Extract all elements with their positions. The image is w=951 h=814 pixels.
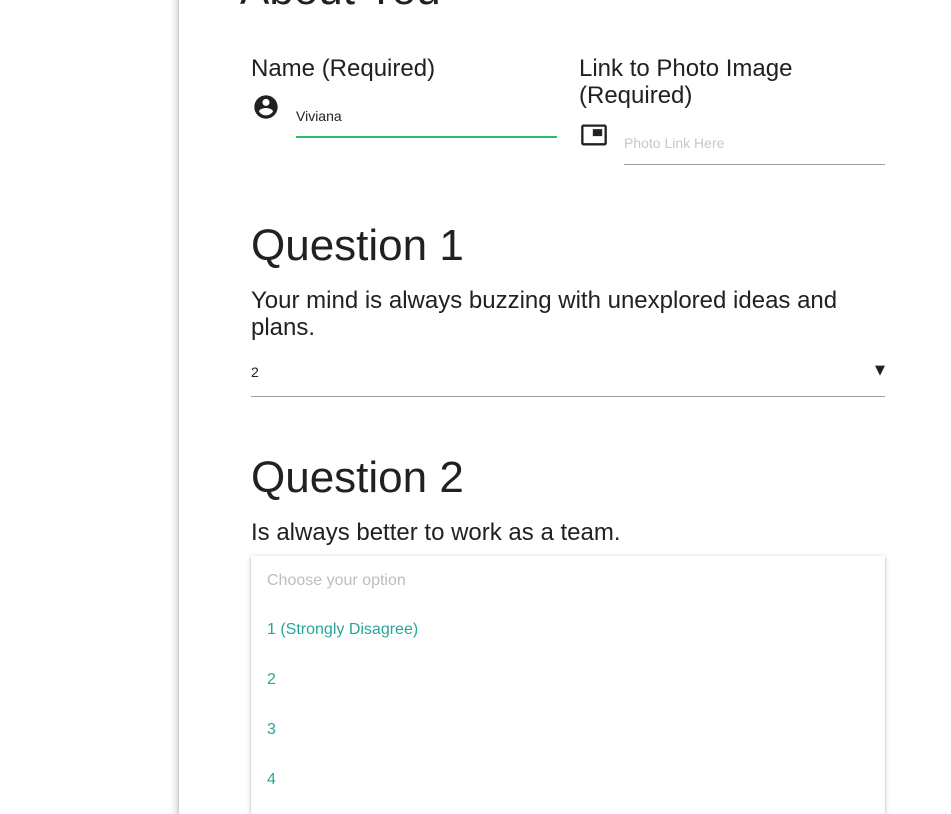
question-1-text: Your mind is always buzzing with unexplo… (251, 287, 838, 341)
question-2-dropdown: Choose your option 1 (Strongly Disagree)… (251, 556, 885, 814)
question-2-title: Question 2 (251, 453, 464, 502)
question-1-select[interactable]: 2 ▼ (251, 358, 885, 397)
name-label: Name (Required) (251, 55, 436, 82)
left-gutter (0, 0, 179, 814)
photo-link-input[interactable] (624, 122, 885, 165)
account-circle-icon (254, 95, 278, 119)
dropdown-placeholder: Choose your option (267, 572, 406, 589)
question-1-title: Question 1 (251, 221, 464, 270)
dropdown-option-4[interactable]: 4 (267, 769, 276, 791)
dropdown-option-2[interactable]: 2 (267, 669, 276, 691)
question-1-selected-value: 2 (251, 364, 259, 380)
caret-down-icon: ▼ (875, 363, 885, 378)
question-2-text: Is always better to work as a team. (251, 519, 621, 546)
photo-link-label: Link to Photo Image (Required) (579, 55, 793, 109)
section-title: About You (240, 0, 441, 12)
picture-in-picture-icon (581, 124, 607, 146)
dropdown-option-1[interactable]: 1 (Strongly Disagree) (267, 619, 418, 641)
dropdown-option-3[interactable]: 3 (267, 719, 276, 741)
name-input[interactable] (296, 96, 557, 138)
page: About You Name (Required) Link to Photo … (0, 0, 951, 814)
